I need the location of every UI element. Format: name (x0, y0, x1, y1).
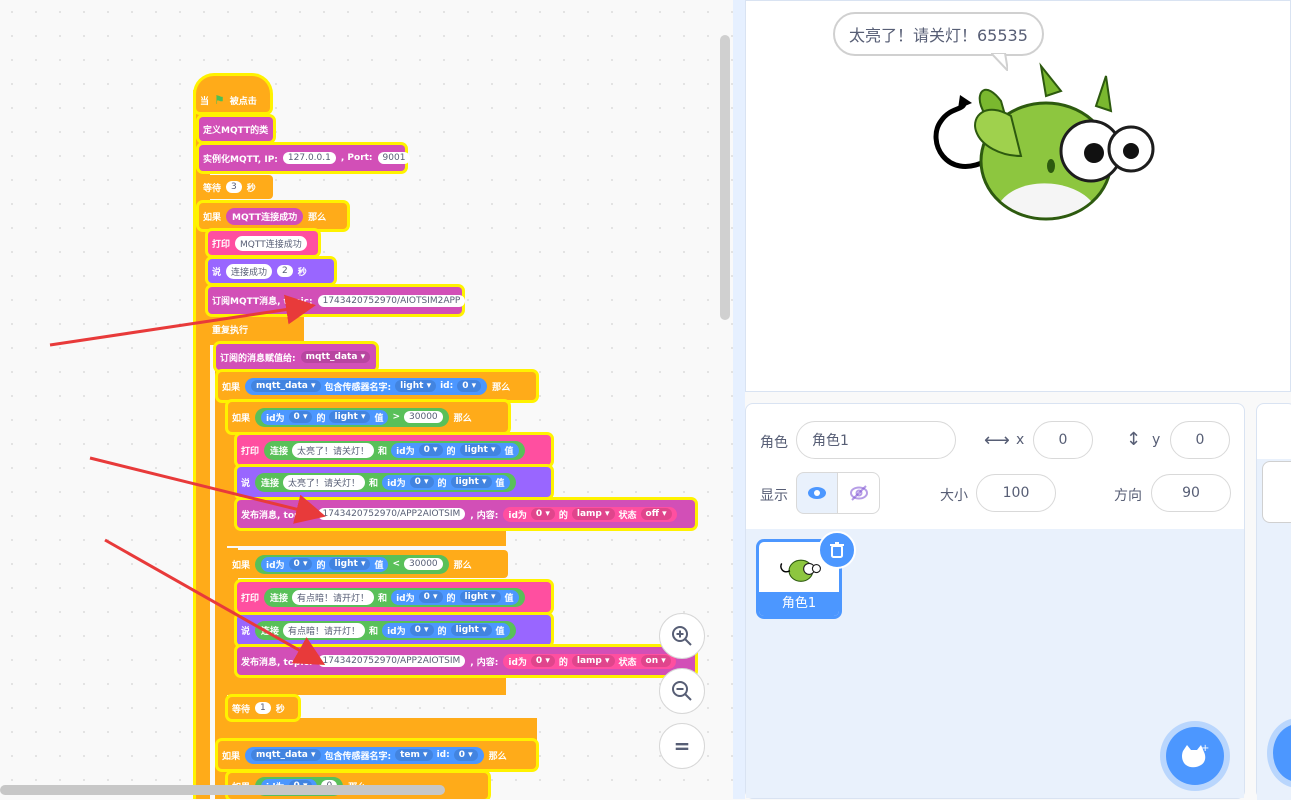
speech-bubble: 太亮了！请关灯！65535 (833, 12, 1044, 56)
arrow-publish-off (89, 456, 326, 524)
y-label: y (1152, 432, 1161, 448)
arrow-subscribe (49, 294, 316, 347)
y-arrows-icon: ↕ (1126, 429, 1142, 450)
size-input[interactable]: 100 (976, 474, 1056, 512)
zoom-reset-button[interactable]: = (659, 723, 705, 769)
dragon-sprite-icon (933, 62, 1155, 221)
size-value: 100 (1002, 485, 1030, 501)
y-value: 0 (1195, 432, 1205, 448)
dragon-thumbnail-icon (780, 559, 821, 582)
zoom-in-button[interactable] (659, 613, 705, 659)
stage-panel-partial (1256, 403, 1291, 800)
size-label: 大小 (940, 488, 968, 504)
zoom-reset-icon: = (673, 734, 691, 758)
x-value: 0 (1058, 432, 1068, 448)
sprite-tile-name: 角色1 (759, 592, 839, 616)
annotation-arrows (49, 294, 326, 665)
show-visible-button[interactable] (796, 472, 838, 514)
x-input[interactable]: 0 (1033, 421, 1093, 459)
direction-value: 90 (1182, 485, 1200, 501)
cat-plus-icon: + (1182, 743, 1209, 768)
sprite-label: 角色 (760, 435, 788, 451)
zoom-in-icon (672, 626, 692, 646)
arrow-publish-on (104, 538, 326, 665)
sprite-name-value: 角色1 (812, 433, 849, 449)
x-arrows-icon: ⟷ (984, 430, 1010, 451)
zoom-out-icon (672, 681, 692, 701)
svg-text:+: + (1201, 743, 1209, 754)
x-label: x (1016, 432, 1025, 448)
sprite-info-panel: 角色 角色1 ⟷ x 0 ↕ y 0 显示 大小 100 方向 90 角色1 + (745, 403, 1245, 799)
horizontal-scrollbar[interactable] (0, 785, 445, 795)
delete-sprite-button[interactable] (818, 531, 856, 569)
direction-input[interactable]: 90 (1151, 474, 1231, 512)
eye-hidden-icon (849, 485, 868, 501)
y-input[interactable]: 0 (1170, 421, 1230, 459)
trash-icon (830, 542, 844, 558)
show-label: 显示 (760, 488, 788, 504)
direction-label: 方向 (1114, 488, 1142, 504)
sprite-name-input[interactable]: 角色1 (796, 421, 956, 459)
panel-divider (733, 0, 745, 799)
stage-thumbnail[interactable] (1262, 461, 1291, 523)
show-hidden-button[interactable] (837, 472, 880, 514)
eye-icon (808, 487, 826, 499)
zoom-out-button[interactable] (659, 668, 705, 714)
stage[interactable]: 太亮了！请关灯！65535 (745, 0, 1291, 392)
speech-bubble-text: 太亮了！请关灯！65535 (849, 26, 1028, 45)
code-area[interactable]: 当 ⚑ 被点击 定义MQTT的类 实例化MQTT, IP: 127.0.0.1 … (0, 0, 733, 799)
add-sprite-button[interactable]: + (1166, 727, 1224, 785)
vertical-scrollbar[interactable] (720, 35, 730, 320)
